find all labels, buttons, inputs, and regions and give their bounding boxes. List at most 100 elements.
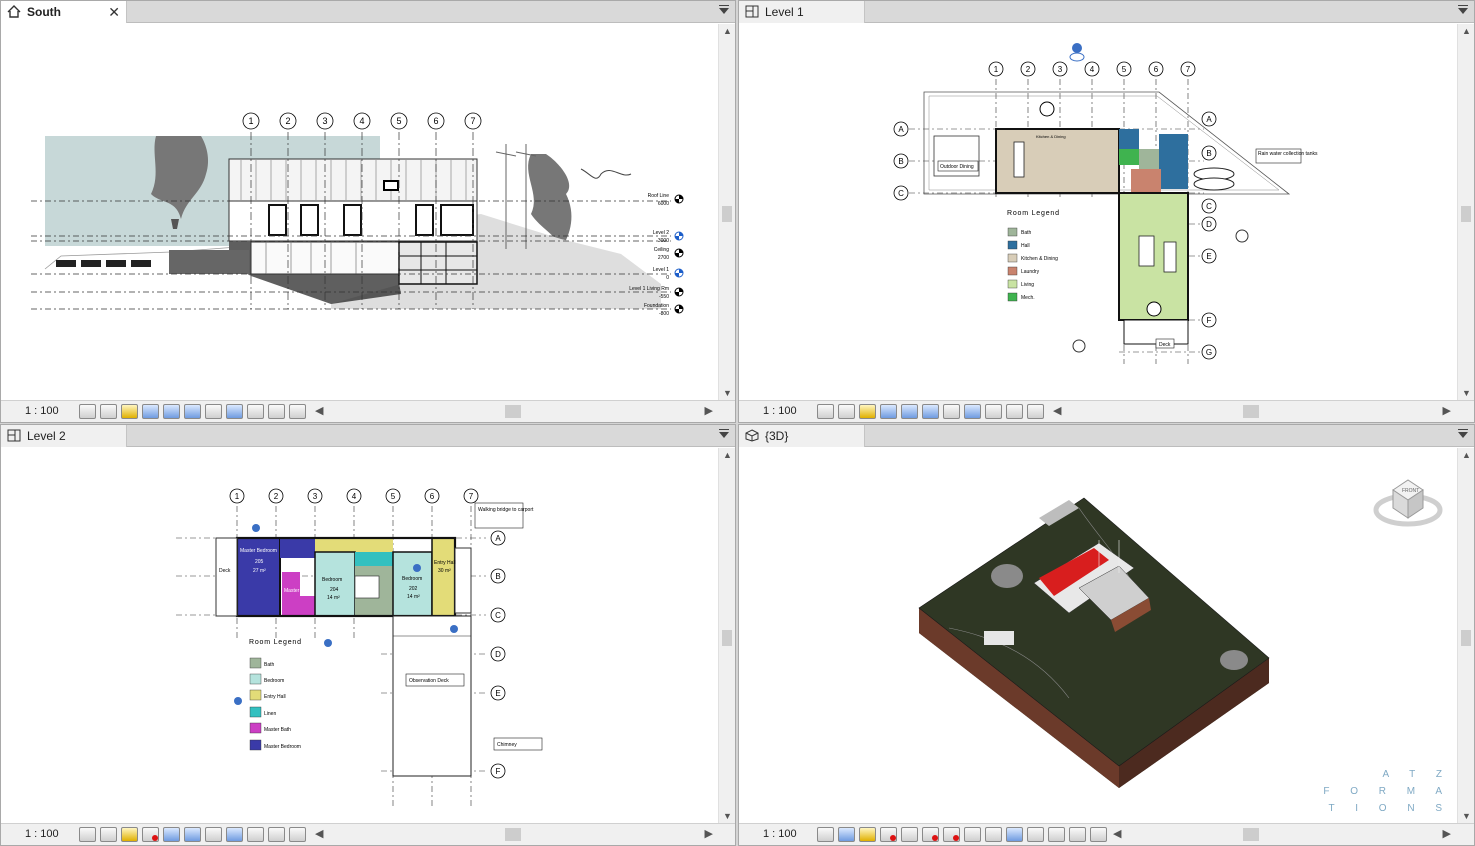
- scroll-right-icon[interactable]: ▶: [1443, 827, 1451, 840]
- view-menu-dropdown-icon[interactable]: [719, 429, 729, 438]
- temporary-hide-icon[interactable]: [205, 404, 222, 419]
- scroll-left-icon[interactable]: ◀: [1113, 827, 1121, 840]
- scroll-thumb[interactable]: [1243, 405, 1259, 418]
- level2-drawing-canvas[interactable]: 1 2 3 4 5 6 7 A B C D E F Master Bedroom…: [1, 448, 718, 823]
- crop-view-icon[interactable]: [163, 404, 180, 419]
- viewcube[interactable]: FRONT: [1373, 468, 1443, 538]
- reveal-hidden-icon[interactable]: [1006, 827, 1023, 842]
- view-scale[interactable]: 1 : 100: [763, 405, 797, 417]
- scroll-right-icon[interactable]: ▶: [705, 827, 713, 840]
- sun-path-icon[interactable]: [121, 404, 138, 419]
- scroll-thumb[interactable]: [1461, 630, 1471, 646]
- detail-level-icon[interactable]: [79, 827, 96, 842]
- vertical-scrollbar[interactable]: ▲ ▼: [718, 24, 735, 400]
- show-crop-region-icon[interactable]: [184, 827, 201, 842]
- view-scale[interactable]: 1 : 100: [763, 828, 797, 840]
- horizontal-scrollbar[interactable]: ◀ ▶: [315, 405, 713, 418]
- horizontal-scrollbar[interactable]: ◀ ▶: [315, 828, 713, 841]
- analytical-model-icon[interactable]: [268, 827, 285, 842]
- scroll-up-icon[interactable]: ▲: [1462, 450, 1471, 460]
- tab-3d[interactable]: {3D}: [739, 425, 865, 447]
- visual-style-icon[interactable]: [100, 827, 117, 842]
- scroll-left-icon[interactable]: ◀: [315, 827, 323, 840]
- temporary-hide-icon[interactable]: [943, 404, 960, 419]
- analytical-model-icon[interactable]: [1006, 404, 1023, 419]
- level1-drawing-canvas[interactable]: 1 2 3 4 5 6 7 A B C A B C D E F G Outdoo…: [739, 24, 1457, 400]
- 3d-view[interactable]: {3D} FRONT A T Z F O R M A T I O N S ▲ ▼…: [738, 424, 1475, 846]
- view-scale[interactable]: 1 : 100: [25, 405, 59, 417]
- scroll-down-icon[interactable]: ▼: [723, 388, 732, 398]
- highlight-displacement-icon[interactable]: [1027, 404, 1044, 419]
- sun-path-icon[interactable]: [121, 827, 138, 842]
- reveal-hidden-icon[interactable]: [964, 404, 981, 419]
- view-menu-dropdown-icon[interactable]: [719, 5, 729, 14]
- shadows-icon[interactable]: [142, 827, 159, 842]
- scroll-up-icon[interactable]: ▲: [1462, 26, 1471, 36]
- scroll-thumb[interactable]: [505, 828, 521, 841]
- detail-level-icon[interactable]: [817, 404, 834, 419]
- show-crop-region-icon[interactable]: [943, 827, 960, 842]
- shadows-icon[interactable]: [880, 404, 897, 419]
- south-drawing-canvas[interactable]: 1 2 3 4 5 6 7 Roof Line 6000 Level 2 300…: [1, 24, 718, 400]
- sun-path-icon[interactable]: [859, 827, 876, 842]
- south-elevation-view[interactable]: South ✕ 1 2 3 4 5 6 7 Roof Line 6000 Lev…: [0, 0, 736, 423]
- highlight-displacement-icon[interactable]: [289, 404, 306, 419]
- vertical-scrollbar[interactable]: ▲ ▼: [1457, 24, 1474, 400]
- level2-plan-view[interactable]: Level 2 1 2 3 4 5 6 7 A B C D E F Master…: [0, 424, 736, 846]
- crop-view-icon[interactable]: [901, 404, 918, 419]
- close-icon[interactable]: ✕: [108, 1, 120, 23]
- scroll-left-icon[interactable]: ◀: [315, 404, 323, 417]
- shadows-icon[interactable]: [142, 404, 159, 419]
- visual-style-icon[interactable]: [838, 827, 855, 842]
- scroll-thumb[interactable]: [505, 405, 521, 418]
- reveal-hidden-icon[interactable]: [226, 404, 243, 419]
- scroll-thumb[interactable]: [1461, 206, 1471, 222]
- scroll-down-icon[interactable]: ▼: [1462, 388, 1471, 398]
- detail-level-icon[interactable]: [817, 827, 834, 842]
- show-crop-region-icon[interactable]: [184, 404, 201, 419]
- visual-style-icon[interactable]: [100, 404, 117, 419]
- detail-level-icon[interactable]: [79, 404, 96, 419]
- reveal-constraints-icon[interactable]: [1090, 827, 1107, 842]
- render-icon[interactable]: [901, 827, 918, 842]
- analytical-model-icon[interactable]: [1048, 827, 1065, 842]
- vertical-scrollbar[interactable]: ▲ ▼: [718, 448, 735, 823]
- level1-plan-view[interactable]: Level 1 1 2 3 4 5 6 7 A B C A B C D E F …: [738, 0, 1475, 423]
- reveal-hidden-icon[interactable]: [226, 827, 243, 842]
- scroll-thumb[interactable]: [722, 206, 732, 222]
- unlocked-3d-view-icon[interactable]: [964, 827, 981, 842]
- lock-3d-view-icon[interactable]: [247, 827, 264, 842]
- scroll-right-icon[interactable]: ▶: [1443, 404, 1451, 417]
- horizontal-scrollbar[interactable]: ◀ ▶: [1053, 405, 1451, 418]
- scroll-up-icon[interactable]: ▲: [723, 450, 732, 460]
- scroll-right-icon[interactable]: ▶: [705, 404, 713, 417]
- worksharing-display-icon[interactable]: [1027, 827, 1044, 842]
- highlight-displacement-icon[interactable]: [1069, 827, 1086, 842]
- crop-view-icon[interactable]: [163, 827, 180, 842]
- scroll-thumb[interactable]: [722, 630, 732, 646]
- lock-3d-view-icon[interactable]: [247, 404, 264, 419]
- tab-level-2[interactable]: Level 2: [1, 425, 127, 447]
- scroll-up-icon[interactable]: ▲: [723, 26, 732, 36]
- temporary-hide-icon[interactable]: [205, 827, 222, 842]
- highlight-displacement-icon[interactable]: [289, 827, 306, 842]
- lock-3d-view-icon[interactable]: [985, 404, 1002, 419]
- view-menu-dropdown-icon[interactable]: [1458, 5, 1468, 14]
- show-crop-region-icon[interactable]: [922, 404, 939, 419]
- temporary-hide-icon[interactable]: [985, 827, 1002, 842]
- tab-level-1[interactable]: Level 1: [739, 1, 865, 23]
- vertical-scrollbar[interactable]: ▲ ▼: [1457, 448, 1474, 823]
- scroll-thumb[interactable]: [1243, 828, 1259, 841]
- view-menu-dropdown-icon[interactable]: [1458, 429, 1468, 438]
- sun-path-icon[interactable]: [859, 404, 876, 419]
- scroll-left-icon[interactable]: ◀: [1053, 404, 1061, 417]
- analytical-model-icon[interactable]: [268, 404, 285, 419]
- visual-style-icon[interactable]: [838, 404, 855, 419]
- 3d-drawing-canvas[interactable]: FRONT A T Z F O R M A T I O N S: [739, 448, 1457, 823]
- tab-south[interactable]: South ✕: [1, 1, 127, 23]
- horizontal-scrollbar[interactable]: ◀ ▶: [1113, 828, 1451, 841]
- view-scale[interactable]: 1 : 100: [25, 828, 59, 840]
- scroll-down-icon[interactable]: ▼: [1462, 811, 1471, 821]
- crop-view-icon[interactable]: [922, 827, 939, 842]
- shadows-icon[interactable]: [880, 827, 897, 842]
